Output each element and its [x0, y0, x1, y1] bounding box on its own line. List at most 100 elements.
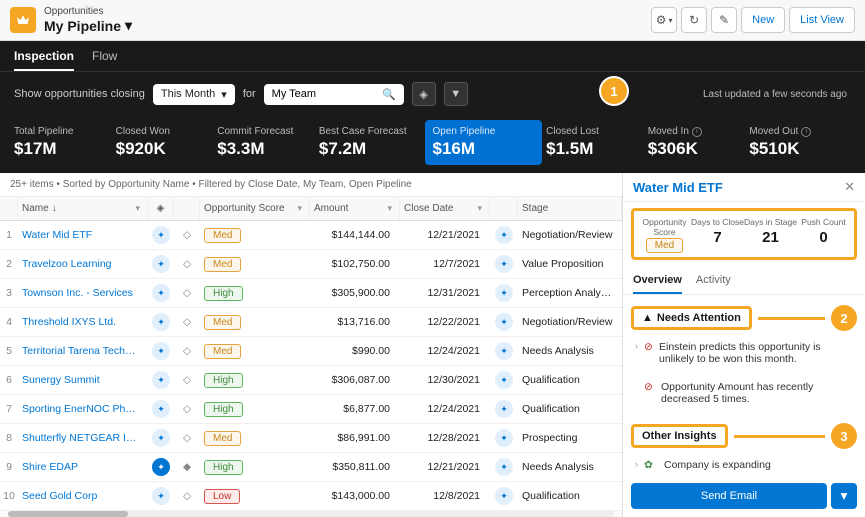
col-close-date[interactable]: Close Date▾: [400, 197, 490, 220]
einstein-icon[interactable]: ✦: [152, 458, 170, 476]
table-row[interactable]: 10Seed Gold Corp✦◇Low$143,000.0012/8/202…: [0, 482, 622, 511]
einstein-icon[interactable]: ✦: [495, 255, 513, 273]
einstein-icon[interactable]: ✦: [495, 284, 513, 302]
bookmark-icon[interactable]: ◇: [183, 490, 191, 502]
opportunity-link[interactable]: Territorial Tarena Tech…: [22, 345, 135, 357]
opportunity-link[interactable]: Sunergy Summit: [22, 374, 100, 386]
bookmark-icon[interactable]: ◇: [183, 374, 191, 386]
stat-push-value: 0: [797, 229, 850, 246]
metric-card[interactable]: Moved In i$306K: [648, 122, 750, 163]
page-title[interactable]: My Pipeline ▾: [44, 17, 132, 34]
col-amount[interactable]: Amount▾: [310, 197, 400, 220]
amount-cell: $350,811.00: [310, 453, 400, 481]
bookmark-icon[interactable]: ◇: [183, 432, 191, 444]
table-row[interactable]: 6Sunergy Summit✦◇High$306,087.0012/30/20…: [0, 366, 622, 395]
metric-card[interactable]: Moved Out i$510K: [749, 122, 851, 163]
metric-card[interactable]: Commit Forecast$3.3M: [217, 122, 319, 163]
metric-card[interactable]: Total Pipeline$17M: [14, 122, 116, 163]
einstein-icon[interactable]: ✦: [152, 371, 170, 389]
tab-overview[interactable]: Overview: [633, 268, 682, 294]
einstein-icon[interactable]: ✦: [495, 342, 513, 360]
scrollbar-thumb[interactable]: [8, 511, 128, 517]
bookmark-icon[interactable]: ◇: [183, 403, 191, 415]
einstein-icon[interactable]: ✦: [495, 429, 513, 447]
opportunity-link[interactable]: Threshold IXYS Ltd.: [22, 316, 116, 328]
insight-item[interactable]: ›⊘Opportunity Amount has recently decrea…: [623, 377, 865, 409]
bookmark-icon[interactable]: ◇: [183, 345, 191, 357]
opportunity-link[interactable]: Seed Gold Corp: [22, 490, 97, 502]
score-pill: Med: [204, 228, 241, 243]
metric-label: Closed Won: [116, 126, 218, 137]
col-name[interactable]: Name ↓▾: [18, 197, 148, 220]
bookmark-icon[interactable]: ◆: [183, 461, 191, 473]
metric-value: $510K: [749, 139, 851, 159]
table-row[interactable]: 3Townson Inc. - Services✦◇High$305,900.0…: [0, 279, 622, 308]
date-range-value: This Month: [161, 88, 215, 100]
positive-icon: ✿: [644, 459, 658, 471]
einstein-icon[interactable]: ✦: [152, 313, 170, 331]
send-email-button[interactable]: Send Email: [631, 483, 827, 509]
stage-cell: Prospecting: [518, 424, 622, 452]
crown-icon: [15, 12, 31, 28]
date-range-select[interactable]: This Month▾: [153, 84, 235, 105]
tab-flow[interactable]: Flow: [92, 49, 117, 71]
einstein-icon[interactable]: ✦: [152, 342, 170, 360]
col-score[interactable]: Opportunity Score▾: [200, 197, 310, 220]
refresh-button[interactable]: ↻: [681, 7, 707, 33]
close-button[interactable]: ✕: [844, 179, 855, 195]
einstein-icon[interactable]: ✦: [495, 371, 513, 389]
chevron-right-icon: ›: [635, 459, 638, 471]
metric-card[interactable]: Open Pipeline$16M: [425, 120, 543, 165]
einstein-icon[interactable]: ✦: [152, 429, 170, 447]
bookmark-icon[interactable]: ◇: [183, 258, 191, 270]
team-input[interactable]: [272, 88, 376, 100]
opportunity-link[interactable]: Shire EDAP: [22, 461, 78, 473]
table-row[interactable]: 4Threshold IXYS Ltd.✦◇Med$13,716.0012/22…: [0, 308, 622, 337]
bookmark-icon[interactable]: ◇: [183, 287, 191, 299]
einstein-icon[interactable]: ✦: [152, 400, 170, 418]
einstein-icon[interactable]: ✦: [152, 487, 170, 505]
list-view-button[interactable]: List View: [789, 7, 855, 33]
einstein-icon[interactable]: ✦: [495, 313, 513, 331]
metric-card[interactable]: Best Case Forecast$7.2M: [319, 122, 421, 163]
einstein-icon[interactable]: ✦: [495, 400, 513, 418]
team-search[interactable]: 🔍: [264, 84, 404, 105]
horizontal-scrollbar[interactable]: [8, 511, 614, 517]
table-row[interactable]: 1Water Mid ETF✦◇Med$144,144.0012/21/2021…: [0, 221, 622, 250]
opportunity-link[interactable]: Shutterfly NETGEAR I…: [22, 432, 136, 444]
bookmark-icon[interactable]: ◇: [183, 229, 191, 241]
einstein-icon[interactable]: ✦: [495, 226, 513, 244]
einstein-icon[interactable]: ✦: [495, 458, 513, 476]
opportunity-link[interactable]: Travelzoo Learning: [22, 258, 112, 270]
chevron-down-icon: ▾: [669, 16, 673, 25]
metric-card[interactable]: Closed Lost$1.5M: [546, 122, 648, 163]
insight-item[interactable]: ›✿Company is expanding: [623, 455, 865, 475]
tab-inspection[interactable]: Inspection: [14, 49, 74, 71]
einstein-icon[interactable]: ✦: [152, 226, 170, 244]
opportunity-link[interactable]: Water Mid ETF: [22, 229, 92, 241]
edit-button[interactable]: ✎: [711, 7, 737, 33]
detail-title[interactable]: Water Mid ETF: [633, 180, 844, 195]
opportunity-link[interactable]: Townson Inc. - Services: [22, 287, 133, 299]
einstein-icon[interactable]: ✦: [152, 284, 170, 302]
table-row[interactable]: 9Shire EDAP✦◆High$350,811.0012/21/2021✦N…: [0, 453, 622, 482]
einstein-icon[interactable]: ✦: [495, 487, 513, 505]
bookmark-icon[interactable]: ◇: [183, 316, 191, 328]
opportunity-link[interactable]: Sporting EnerNOC Ph…: [22, 403, 136, 415]
bookmark-filter-button[interactable]: ◈: [412, 82, 436, 106]
metric-card[interactable]: Closed Won$920K: [116, 122, 218, 163]
table-row[interactable]: 5Territorial Tarena Tech…✦◇Med$990.0012/…: [0, 337, 622, 366]
send-email-dropdown[interactable]: ▾: [831, 483, 857, 509]
einstein-icon[interactable]: ✦: [152, 255, 170, 273]
row-index: 5: [0, 337, 18, 365]
tab-activity[interactable]: Activity: [696, 268, 731, 294]
insight-item[interactable]: ›⊘Einstein predicts this opportunity is …: [623, 337, 865, 369]
col-stage[interactable]: Stage: [518, 197, 622, 220]
table-row[interactable]: 8Shutterfly NETGEAR I…✦◇Med$86,991.0012/…: [0, 424, 622, 453]
table-row[interactable]: 2Travelzoo Learning✦◇Med$102,750.0012/7/…: [0, 250, 622, 279]
table-row[interactable]: 7Sporting EnerNOC Ph…✦◇High$6,877.0012/2…: [0, 395, 622, 424]
filter-button[interactable]: ▼: [444, 82, 468, 106]
insight-text: Opportunity Amount has recently decrease…: [661, 381, 853, 405]
new-button[interactable]: New: [741, 7, 785, 33]
settings-button[interactable]: ⚙▾: [651, 7, 677, 33]
